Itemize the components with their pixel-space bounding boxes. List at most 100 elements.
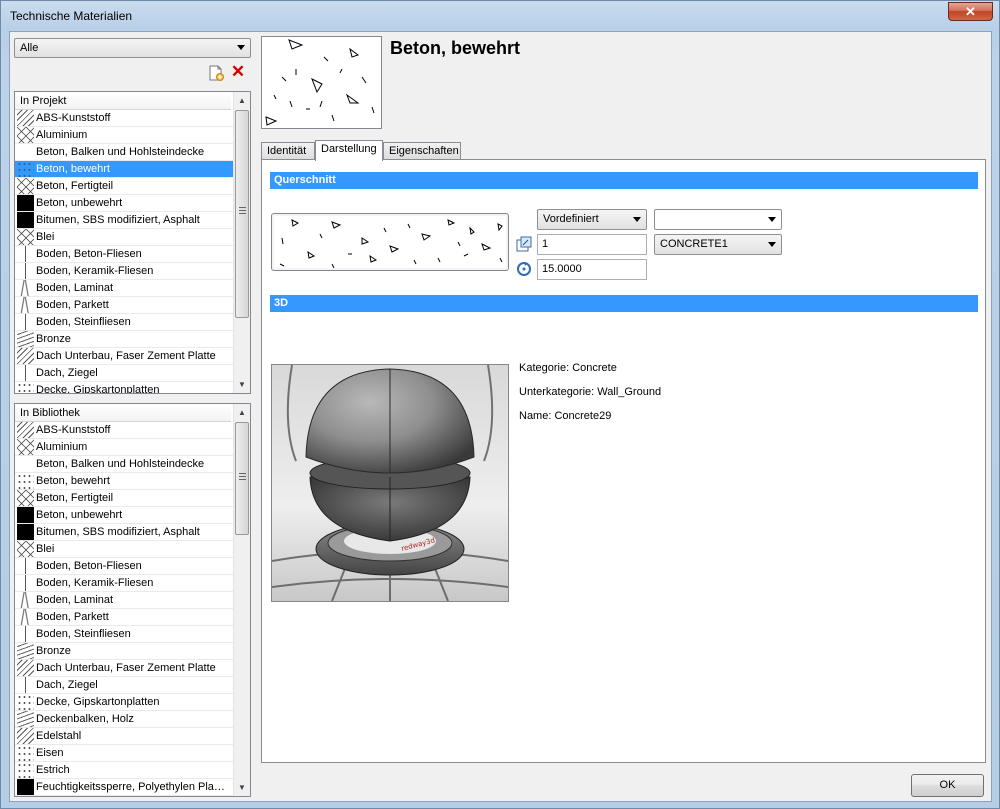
list-item-label: ABS-Kunststoff	[36, 424, 111, 436]
material-swatch-icon	[17, 127, 34, 143]
library-list-scrollbar[interactable]: ▲ ▼	[233, 404, 250, 796]
tab-identitaet[interactable]: Identität	[261, 142, 315, 160]
list-item[interactable]: Deckenbalken, Holz	[15, 711, 233, 728]
list-item[interactable]: Boden, Steinfliesen	[15, 626, 233, 643]
list-item-label: Estrich	[36, 764, 70, 776]
project-list-scrollbar[interactable]: ▲ ▼	[233, 92, 250, 393]
delete-material-button[interactable]: ✕	[229, 63, 247, 82]
list-item[interactable]: Boden, Beton-Fliesen	[15, 246, 233, 263]
category-value: Concrete	[572, 362, 617, 374]
list-item-label: Boden, Beton-Fliesen	[36, 248, 142, 260]
list-item[interactable]: Boden, Laminat	[15, 280, 233, 297]
tab-darstellung[interactable]: Darstellung	[315, 140, 383, 161]
list-item[interactable]: Beton, unbewehrt	[15, 195, 233, 212]
scrollbar-thumb[interactable]	[235, 110, 249, 318]
ok-button[interactable]: OK	[911, 774, 984, 797]
material-swatch-icon	[17, 263, 34, 279]
pattern-scale-field[interactable]: 1	[537, 234, 647, 255]
list-item[interactable]: Beton, bewehrt	[15, 473, 233, 490]
scroll-down-icon[interactable]: ▼	[234, 779, 250, 796]
subcategory-row: Unterkategorie: Wall_Ground	[519, 386, 661, 398]
material-swatch-icon	[17, 575, 34, 591]
list-item[interactable]: Edelstahl	[15, 728, 233, 745]
material-swatch-icon	[17, 507, 34, 523]
material-swatch-icon	[17, 314, 34, 330]
list-item[interactable]: Boden, Keramik-Fliesen	[15, 263, 233, 280]
list-item[interactable]: Feuchtigkeitssperre, Polyethylen Pla…	[15, 779, 233, 796]
list-item-label: Bronze	[36, 645, 71, 657]
list-item[interactable]: Dach Unterbau, Faser Zement Platte	[15, 660, 233, 677]
scroll-up-icon[interactable]: ▲	[234, 92, 250, 109]
list-item-label: Feuchtigkeitssperre, Polyethylen Pla…	[36, 781, 225, 793]
material-swatch-icon	[17, 626, 34, 642]
material-swatch-icon	[17, 348, 34, 364]
list-item[interactable]: Boden, Steinfliesen	[15, 314, 233, 331]
scrollbar-thumb[interactable]	[235, 422, 249, 535]
list-item[interactable]: Decke, Gipskartonplatten	[15, 382, 233, 393]
material-swatch-icon	[17, 161, 34, 177]
list-item[interactable]: Blei	[15, 229, 233, 246]
new-material-button[interactable]	[207, 64, 225, 82]
title-bar[interactable]: Technische Materialien ✕	[1, 1, 999, 31]
library-list-header: In Bibliothek	[15, 404, 231, 422]
list-item[interactable]: Bronze	[15, 643, 233, 660]
list-item[interactable]: Beton, Fertigteil	[15, 490, 233, 507]
list-item[interactable]: Beton, Balken und Hohlsteindecke	[15, 144, 233, 161]
scroll-down-icon[interactable]: ▼	[234, 376, 250, 393]
category-label: Kategorie:	[519, 362, 570, 374]
list-item[interactable]: Dach Unterbau, Faser Zement Platte	[15, 348, 233, 365]
scroll-up-icon[interactable]: ▲	[234, 404, 250, 421]
list-item[interactable]: Boden, Parkett	[15, 609, 233, 626]
list-item[interactable]: Dach, Ziegel	[15, 677, 233, 694]
pattern-angle-field[interactable]: 15.0000	[537, 259, 647, 280]
list-item[interactable]: ABS-Kunststoff	[15, 110, 233, 127]
material-swatch-icon	[17, 144, 34, 160]
material-swatch-icon	[17, 711, 34, 727]
material-swatch-icon	[17, 456, 34, 472]
project-list-header: In Projekt	[15, 92, 231, 110]
tab-content-darstellung: Querschnitt Vordefiniert 1 CONCRETE1 15.…	[261, 159, 986, 763]
name-label: Name:	[519, 410, 552, 422]
list-item[interactable]: Bronze	[15, 331, 233, 348]
list-item-label: Deckenbalken, Holz	[36, 713, 134, 725]
list-item[interactable]: Estrich	[15, 762, 233, 779]
list-item-label: Beton, Balken und Hohlsteindecke	[36, 146, 205, 158]
list-item[interactable]: Boden, Beton-Fliesen	[15, 558, 233, 575]
list-item[interactable]: Decke, Gipskartonplatten	[15, 694, 233, 711]
list-item[interactable]: Beton, Fertigteil	[15, 178, 233, 195]
list-item[interactable]: Aluminium	[15, 127, 233, 144]
pattern-mode-value: Vordefiniert	[543, 213, 599, 225]
list-item[interactable]: Aluminium	[15, 439, 233, 456]
list-item[interactable]: Boden, Keramik-Fliesen	[15, 575, 233, 592]
pattern-source-select[interactable]	[654, 209, 782, 230]
list-item[interactable]: Bitumen, SBS modifiziert, Asphalt	[15, 524, 233, 541]
material-swatch-icon	[17, 677, 34, 693]
list-item[interactable]: Eisen	[15, 745, 233, 762]
library-materials-list[interactable]: In Bibliothek ABS-Kunststoff Aluminium Bet…	[14, 403, 251, 797]
querschnitt-section-header: Querschnitt	[270, 172, 978, 189]
project-materials-list[interactable]: In Projekt ABS-Kunststoff Aluminium Beton,…	[14, 91, 251, 394]
list-item[interactable]: Dach, Ziegel	[15, 365, 233, 382]
window-title: Technische Materialien	[10, 9, 133, 23]
material-swatch-icon	[17, 422, 34, 438]
list-item-label: Boden, Parkett	[36, 611, 109, 623]
subcategory-value: Wall_Ground	[597, 386, 662, 398]
list-item-label: Aluminium	[36, 441, 88, 453]
category-filter-select[interactable]: Alle	[14, 38, 251, 58]
cross-section-hatch-preview	[271, 213, 509, 271]
list-item[interactable]: Bitumen, SBS modifiziert, Asphalt	[15, 212, 233, 229]
list-item[interactable]: Beton, Balken und Hohlsteindecke	[15, 456, 233, 473]
list-item[interactable]: Blei	[15, 541, 233, 558]
close-button[interactable]: ✕	[948, 2, 993, 21]
material-swatch-icon	[17, 660, 34, 676]
list-item[interactable]: Beton, unbewehrt	[15, 507, 233, 524]
list-item[interactable]: ABS-Kunststoff	[15, 422, 233, 439]
close-icon: ✕	[965, 4, 976, 19]
tab-eigenschaften[interactable]: Eigenschaften	[383, 142, 461, 160]
pattern-mode-select[interactable]: Vordefiniert	[537, 209, 647, 230]
list-item[interactable]: Boden, Laminat	[15, 592, 233, 609]
pattern-name-select[interactable]: CONCRETE1	[654, 234, 782, 255]
material-swatch-icon	[17, 473, 34, 489]
list-item[interactable]: Beton, bewehrt	[15, 161, 233, 178]
list-item[interactable]: Boden, Parkett	[15, 297, 233, 314]
